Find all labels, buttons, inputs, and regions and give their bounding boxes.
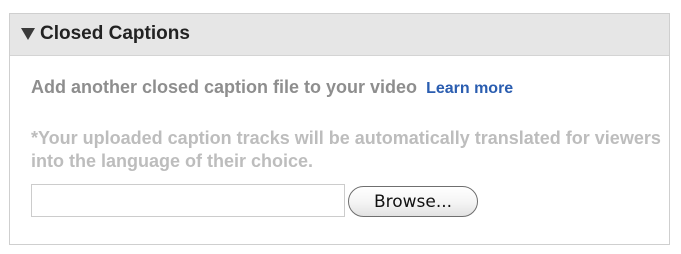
closed-captions-panel: Closed Captions Add another closed capti… [9, 13, 670, 245]
add-caption-text: Add another closed caption file to your … [31, 77, 513, 98]
panel-header[interactable]: Closed Captions [10, 14, 669, 56]
learn-more-link[interactable]: Learn more [426, 80, 513, 97]
browse-button[interactable]: Browse... [348, 186, 478, 217]
caption-file-input[interactable] [31, 184, 345, 217]
triangle-down-icon[interactable] [21, 28, 35, 40]
add-caption-label: Add another closed caption file to your … [31, 77, 418, 97]
panel-title: Closed Captions [40, 23, 190, 44]
translation-note: *Your uploaded caption tracks will be au… [31, 128, 661, 171]
